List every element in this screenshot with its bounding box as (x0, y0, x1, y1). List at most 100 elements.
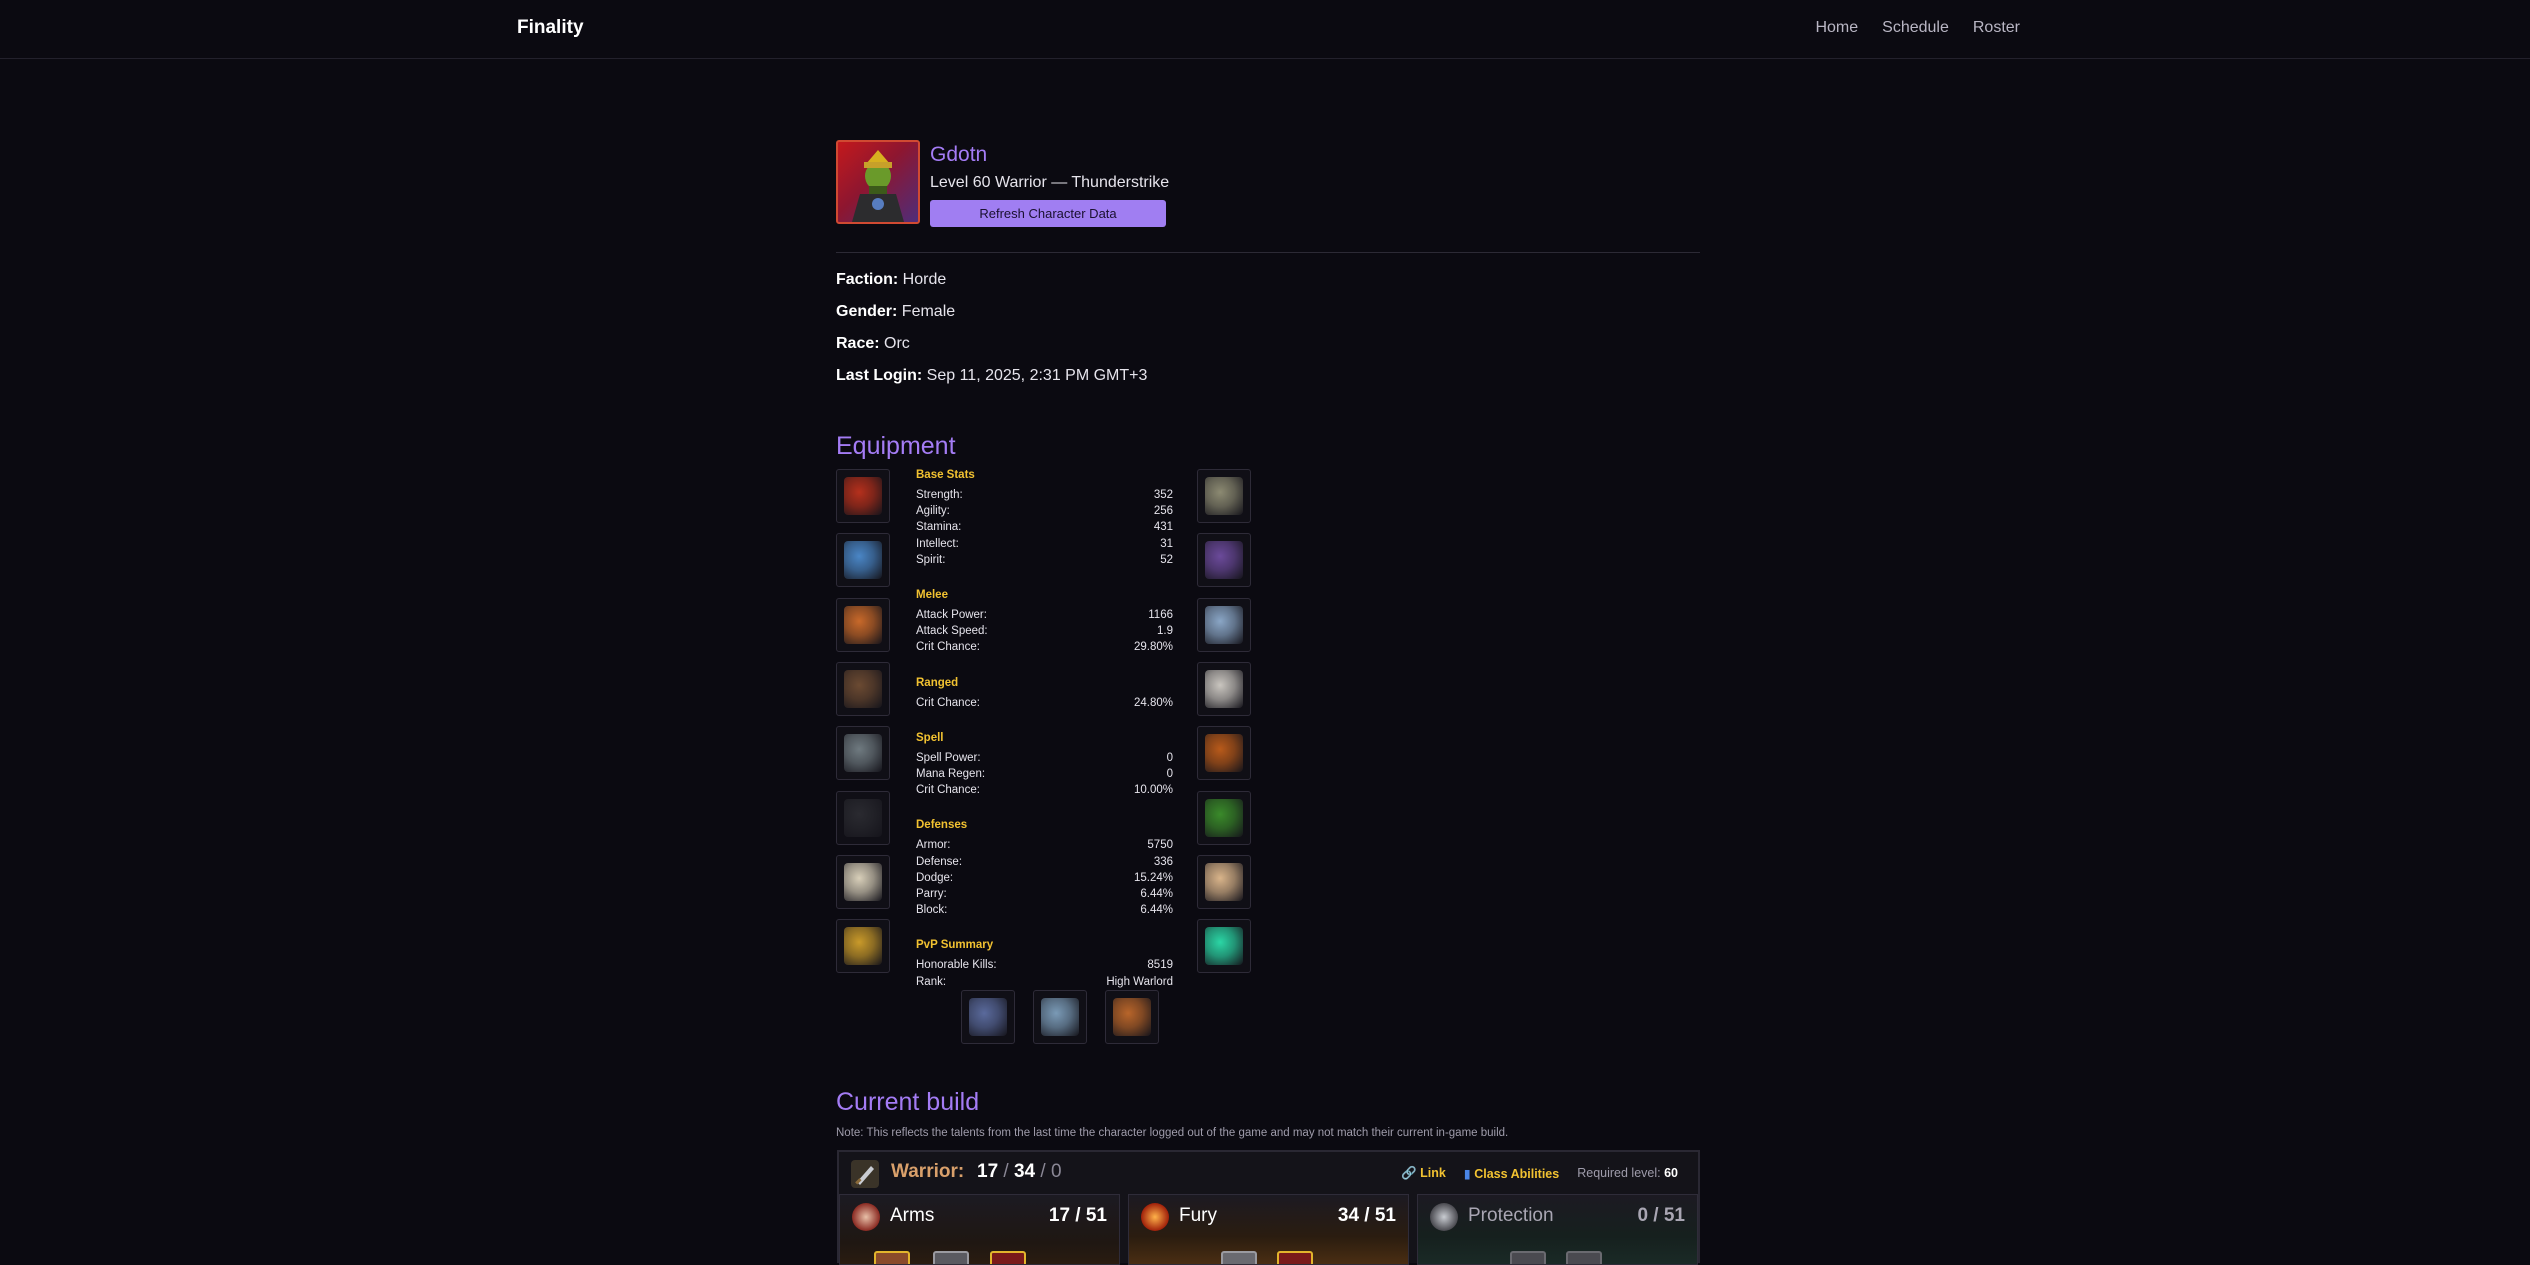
equipment-slot[interactable] (1197, 661, 1251, 716)
equipment-slot[interactable] (836, 790, 890, 845)
arms-tree-icon (852, 1203, 880, 1231)
stat-value: 336 (1153, 855, 1173, 868)
stat-row: Spirit: 52 (916, 554, 1173, 566)
stat-value: High Warlord (1106, 975, 1173, 988)
stat-label: Crit Chance: (916, 641, 980, 654)
equipment-slot[interactable] (1197, 533, 1251, 588)
nav-link-schedule[interactable]: Schedule (1882, 19, 1949, 37)
stat-label: Attack Speed: (916, 625, 988, 638)
nav-link-home[interactable]: Home (1815, 19, 1858, 37)
talent-point-summary: 17 / 34 / 0 (977, 1161, 1062, 1182)
orc-portrait-icon (852, 150, 904, 222)
stat-label: Armor: (916, 839, 951, 852)
gender-row: Gender: Female (836, 303, 955, 321)
stat-row: Crit Chance: 29.80% (916, 641, 1173, 653)
protection-tree-name: Protection (1468, 1205, 1554, 1226)
last-login-label: Last Login: (836, 367, 923, 384)
equipment-slot[interactable] (1197, 726, 1251, 781)
arms-tree-points: 17 / 51 (1048, 1205, 1107, 1226)
stat-group-title: Base Stats (916, 469, 975, 481)
shirt-item-icon (844, 798, 882, 837)
equipment-slot[interactable] (1105, 990, 1159, 1044)
gender-value: Female (901, 303, 956, 320)
stat-label: Rank: (916, 975, 947, 988)
faction-value: Horde (902, 271, 947, 288)
last-login-row: Last Login: Sep 11, 2025, 2:31 PM GMT+3 (836, 367, 1147, 385)
off-hand-item-icon (1041, 998, 1079, 1036)
stat-label: Defense: (916, 855, 963, 868)
stat-label: Spell Power: (916, 751, 981, 764)
stat-value: 31 (1160, 537, 1173, 550)
stat-label: Attack Power: (916, 609, 987, 621)
site-brand[interactable]: Finality (517, 17, 584, 39)
equipment-slot[interactable] (836, 661, 890, 716)
wrist-item-icon (844, 927, 882, 966)
equipment-slot[interactable] (836, 854, 890, 909)
faction-label: Faction: (836, 271, 899, 288)
fury-tree-name: Fury (1179, 1205, 1217, 1226)
gender-label: Gender: (836, 303, 898, 320)
equipment-slot[interactable] (1197, 790, 1251, 845)
ring-2-item-icon (1205, 798, 1243, 837)
stat-value: 29.80% (1133, 641, 1173, 654)
last-login-value: Sep 11, 2025, 2:31 PM GMT+3 (926, 367, 1148, 384)
stat-row: Stamina: 431 (916, 521, 1173, 533)
character-subtitle: Level 60 Warrior — Thunderstrike (930, 174, 1170, 191)
refresh-character-button[interactable]: Refresh Character Data (930, 200, 1166, 227)
equipment-slot[interactable] (836, 597, 890, 652)
stat-row: Crit Chance: 24.80% (916, 697, 1173, 709)
character-name[interactable]: Gdotn (930, 143, 987, 167)
trinket-1-item-icon (1205, 862, 1243, 901)
back-item-icon (844, 669, 882, 708)
equipment-slot[interactable] (1197, 919, 1251, 974)
stat-group-title: PvP Summary (916, 939, 994, 952)
stat-row: Attack Speed: 1.9 (916, 625, 1173, 637)
required-level: Required level: 60 (1577, 1166, 1678, 1180)
stat-value: 5750 (1147, 839, 1173, 852)
warrior-class-icon (851, 1160, 879, 1188)
stat-row: Agility: 256 (916, 505, 1173, 517)
feet-item-icon (1205, 669, 1243, 708)
equipment-slot[interactable] (1033, 990, 1087, 1044)
talent-tree-protection[interactable]: Protection 0 / 51 (1417, 1194, 1698, 1265)
nav-links: Home Schedule Roster (1815, 19, 2020, 37)
equipment-slot[interactable] (961, 990, 1015, 1044)
stat-row: Block: 6.44% (916, 904, 1173, 916)
profile-divider (836, 252, 1700, 253)
stat-label: Intellect: (916, 537, 959, 550)
stat-label: Crit Chance: (916, 784, 980, 797)
equipment-slot[interactable] (836, 469, 890, 523)
hands-item-icon (1205, 477, 1243, 515)
stat-label: Crit Chance: (916, 696, 980, 709)
stat-value: 10.00% (1133, 784, 1173, 797)
talent-link-button[interactable]: 🔗 Link (1401, 1166, 1446, 1181)
stat-label: Block: (916, 904, 948, 917)
stat-value: 8519 (1147, 959, 1173, 972)
ring-1-item-icon (1205, 734, 1243, 773)
stat-value: 24.80% (1133, 696, 1173, 709)
talent-tree-arms[interactable]: Arms 17 / 51 (839, 1194, 1120, 1265)
stat-value: 15.24% (1133, 871, 1173, 884)
stat-value: 1166 (1148, 609, 1173, 621)
equipment-slot[interactable] (1197, 854, 1251, 909)
nav-link-roster[interactable]: Roster (1973, 19, 2020, 37)
race-row: Race: Orc (836, 335, 910, 353)
equipment-slot[interactable] (836, 533, 890, 588)
stat-label: Honorable Kills: (916, 959, 997, 972)
stat-value: 352 (1153, 489, 1173, 501)
equipment-slot[interactable] (1197, 469, 1251, 523)
stat-label: Parry: (916, 888, 947, 900)
fury-tree-icon (1141, 1203, 1169, 1231)
class-abilities-button[interactable]: ▮ Class Abilities (1464, 1166, 1559, 1181)
equipment-slot[interactable] (1197, 597, 1251, 652)
equipment-slot[interactable] (836, 726, 890, 781)
head-item-icon (844, 477, 882, 515)
equipment-slot[interactable] (836, 919, 890, 974)
stat-value: 431 (1153, 521, 1173, 534)
talent-tree-fury[interactable]: Fury 34 / 51 (1128, 1194, 1409, 1265)
stat-group-title: Defenses (916, 819, 968, 832)
character-portrait-avatar (836, 140, 920, 224)
stat-group-title: Ranged (916, 676, 959, 689)
stat-value: 256 (1153, 505, 1173, 518)
race-label: Race: (836, 335, 880, 352)
